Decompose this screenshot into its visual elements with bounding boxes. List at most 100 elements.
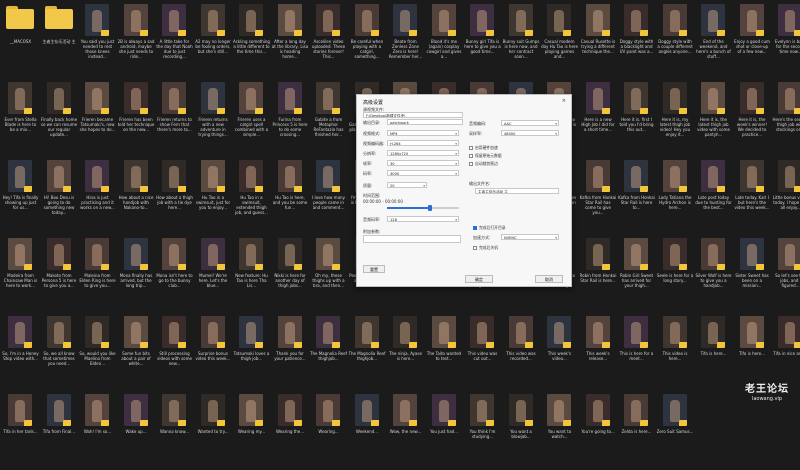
video-file-item[interactable]: Mumei! We're here. Let's the blue... — [195, 236, 232, 314]
video-file-item[interactable]: This is here for a meet... — [618, 314, 655, 392]
video-file-item[interactable]: Thank you for your patience... — [272, 314, 309, 392]
video-file-item[interactable]: Wah! I'm so... — [79, 392, 116, 470]
video-file-item[interactable]: So, would you like Maelina from Elden... — [79, 314, 116, 392]
video-file-item[interactable]: Late today. Karl I but here's the video … — [734, 158, 771, 236]
bitrate-select[interactable]: 4000 ▾ — [387, 170, 459, 176]
checkbox[interactable] — [473, 246, 477, 250]
checkbox[interactable] — [469, 154, 473, 158]
checkbox[interactable] — [469, 146, 473, 150]
video-file-item[interactable]: The ninja, Ayase is here... — [387, 314, 424, 392]
video-file-item[interactable]: Wearing... — [310, 392, 347, 470]
video-file-item[interactable]: Here it is, the week's winner! We decide… — [734, 80, 771, 158]
format-select[interactable]: MP4 ▾ — [387, 130, 459, 136]
option-hwaccel[interactable]: 启用硬件加速 — [469, 145, 498, 151]
video-file-item[interactable]: New feature: Hu Tao is here Tha Lis... — [233, 236, 270, 314]
folder-item[interactable]: 主者主存乐活动 主 — [41, 2, 78, 80]
video-file-item[interactable]: Tifa is here... — [695, 314, 732, 392]
video-file-item[interactable]: Makoto from Persona 5 is here to give yo… — [41, 236, 78, 314]
quality-slider[interactable] — [387, 205, 459, 211]
video-file-item[interactable]: Bunny suit Gumps is here now, and her co… — [503, 2, 540, 80]
video-file-item[interactable]: Nikki is here for another day of thigh j… — [272, 236, 309, 314]
close-icon[interactable]: × — [562, 98, 566, 104]
option-metadata[interactable]: 保留原始元数据 — [469, 153, 502, 159]
video-file-item[interactable]: Blood it's me (again) cosplay cowgirl an… — [426, 2, 463, 80]
video-file-item[interactable]: Hi! Boo Desu is going to do something ne… — [41, 158, 78, 236]
video-file-item[interactable]: Robin from Honkai Star Rail is here... — [580, 236, 617, 314]
video-file-item[interactable]: Wearing the... — [272, 392, 309, 470]
video-file-item[interactable]: Lady Tatiana the Hydro Archon is here... — [657, 158, 694, 236]
video-file-item[interactable]: This video was cut out... — [464, 314, 501, 392]
video-file-item[interactable]: Tatsumaki loves a thigh job... — [233, 314, 270, 392]
video-file-item[interactable]: Seele is here for a long story... — [657, 236, 694, 314]
encoder-select[interactable]: H.264 ▾ — [387, 140, 459, 146]
video-file-item[interactable]: Furina from Princess 5 is here to do som… — [272, 80, 309, 158]
video-file-item[interactable]: Kafka from Honkai Star Rail is here to..… — [618, 158, 655, 236]
video-file-item[interactable]: Doggy style with a blacklight and UV pai… — [618, 2, 655, 80]
video-file-item[interactable]: Still processing videos with some new... — [156, 314, 193, 392]
video-file-item[interactable]: The Magnolia Reef thighjob... — [310, 314, 347, 392]
video-file-item[interactable]: Zero Suit Samus... — [657, 392, 694, 470]
video-file-item[interactable]: How about a nice handjob with Nakano-to.… — [118, 158, 155, 236]
video-file-item[interactable]: The Taito wanted to test... — [426, 314, 463, 392]
video-file-item[interactable]: Madeira from Chainsaw Man is here to wor… — [2, 236, 39, 314]
video-file-item[interactable]: Wake up... — [118, 392, 155, 470]
video-file-item[interactable]: Silver Wolf is here to give you a handjo… — [695, 236, 732, 314]
audio-codec-select[interactable]: AAC ▾ — [501, 120, 559, 126]
video-file-item[interactable]: Finally back home so we can resume our r… — [41, 80, 78, 158]
quality-select[interactable]: 20 ▾ — [387, 182, 427, 188]
video-file-item[interactable]: This video was recorded... — [503, 314, 540, 392]
video-file-item[interactable]: Robin Girl Sweet has arrived for your th… — [618, 236, 655, 314]
video-file-item[interactable]: Tifa in her tank... — [2, 392, 39, 470]
video-file-item[interactable]: Kafka from Honkai Star Rail has come to … — [580, 158, 617, 236]
video-file-item[interactable]: Ascelilen video uploaded. These stories … — [310, 2, 347, 80]
option-open-folder[interactable]: 完成后打开目录 — [473, 225, 506, 231]
video-file-item[interactable]: So, I'm in a Honey Stop video with... — [2, 314, 39, 392]
video-file-item[interactable]: Zelda is here... — [618, 392, 655, 470]
video-file-item[interactable]: Hey! Tifa is finally showing up just for… — [2, 158, 39, 236]
video-file-item[interactable]: Beate from Zenless Zone Zero is here! Re… — [387, 2, 424, 80]
video-file-item[interactable]: Frieren returns to show Fern that there'… — [156, 80, 193, 158]
video-file-item[interactable]: Ever from Stella Blade is here to be a m… — [2, 80, 39, 158]
slider-knob[interactable] — [428, 205, 433, 211]
cancel-button[interactable]: 取消 — [535, 275, 563, 283]
video-file-item[interactable]: So, we all know that sometimes you need.… — [41, 314, 78, 392]
video-file-item[interactable]: Wanna know... — [156, 392, 193, 470]
video-file-item[interactable]: Here's the second thigh job with stockin… — [772, 80, 800, 158]
video-file-item[interactable]: Here it is, the latest thigh job video w… — [695, 80, 732, 158]
video-file-item[interactable]: Wanted to try... — [195, 392, 232, 470]
video-file-item[interactable]: Ackling something a little different to … — [233, 2, 270, 80]
video-file-item[interactable]: I love how many people came in and comme… — [310, 158, 347, 236]
video-file-item[interactable]: Tifa from Final... — [41, 392, 78, 470]
option-crop[interactable]: 自动裁剪黑边 — [469, 161, 498, 167]
video-file-item[interactable]: Here is a new High Job I did for a short… — [580, 80, 617, 158]
checkbox-checked[interactable] — [473, 226, 477, 230]
video-file-item[interactable]: You said you just needed to rest those k… — [79, 2, 116, 80]
video-file-item[interactable]: Casual Rusette is trying a different tec… — [580, 2, 617, 80]
video-file-item[interactable]: Weekend... — [349, 392, 386, 470]
video-file-item[interactable]: You just had... — [426, 392, 463, 470]
video-file-item[interactable]: Evelynn is back for the second time now.… — [772, 2, 800, 80]
video-file-item[interactable]: You want a blowjob... — [503, 392, 540, 470]
video-file-item[interactable]: How about a thigh job with a tie dye her… — [156, 158, 193, 236]
video-file-item[interactable]: This week's video... — [541, 314, 578, 392]
video-file-item[interactable]: Doggy style with a couple different angl… — [657, 2, 694, 80]
video-file-item[interactable]: Mona finally has arrived, but the long t… — [118, 236, 155, 314]
video-file-item[interactable]: A little take for the day that Noah due … — [156, 2, 193, 80]
resolution-select[interactable]: 1280x720 ▾ — [387, 150, 459, 156]
hwaccel-select[interactable]: NVENC ▾ — [501, 234, 559, 240]
reset-button[interactable]: 重置 — [363, 265, 385, 273]
checkbox[interactable] — [469, 162, 473, 166]
video-file-item[interactable]: Sister Sweet has been on a mission... — [734, 236, 771, 314]
source-field[interactable]: F:\Desktop\新建文件夹\ — [363, 112, 463, 118]
video-file-item[interactable]: Enjoy a good cum shot or close-up of a f… — [734, 2, 771, 80]
video-file-item[interactable]: End of the weekend, and here's a bunch o… — [695, 2, 732, 80]
video-file-item[interactable]: After a long day at the library, Lisa is… — [272, 2, 309, 80]
video-file-item[interactable]: Surprise bonus video this week... — [195, 314, 232, 392]
video-file-item[interactable]: Frieren has been told her technique on t… — [118, 80, 155, 158]
video-file-item[interactable]: Be careful when playing with a catgirl, … — [349, 2, 386, 80]
video-file-item[interactable]: This video is here... — [657, 314, 694, 392]
video-file-item[interactable]: Gabite a from Metaphor ReFantazio has fi… — [310, 80, 347, 158]
video-file-item[interactable]: Casual modern day Hu Tao is here playing… — [541, 2, 578, 80]
ok-button[interactable]: 确定 — [465, 275, 493, 283]
option-shutdown[interactable]: 完成后关机 — [473, 245, 498, 251]
